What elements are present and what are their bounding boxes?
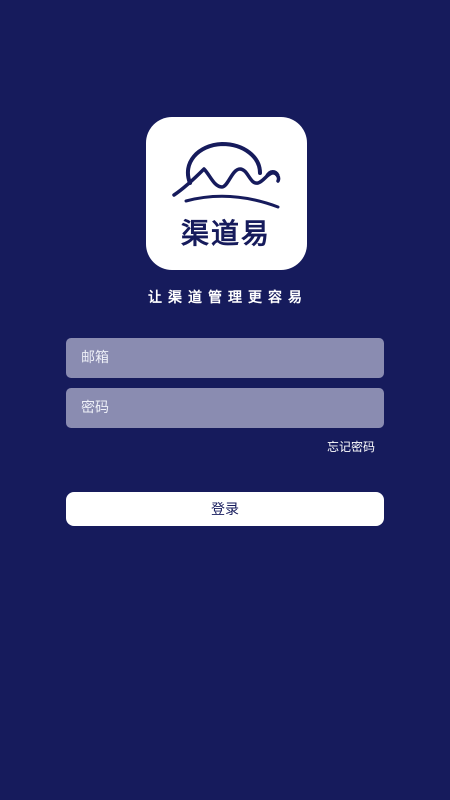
forgot-password-link[interactable]: 忘记密码 [327,438,375,455]
password-input[interactable] [66,388,384,428]
password-field-container [66,388,384,428]
login-button[interactable]: 登录 [66,492,384,526]
app-slogan: 让渠道管理更容易 [148,290,308,306]
email-field-container [66,338,384,378]
app-logo: 渠道易 [146,117,307,270]
login-screen: 渠道易 让渠道管理更容易 忘记密码 登录 [0,0,450,800]
camel-mountain-sun-logo-icon: 渠道易 [172,141,281,250]
email-input[interactable] [66,338,384,378]
logo-text: 渠道易 [181,217,271,250]
